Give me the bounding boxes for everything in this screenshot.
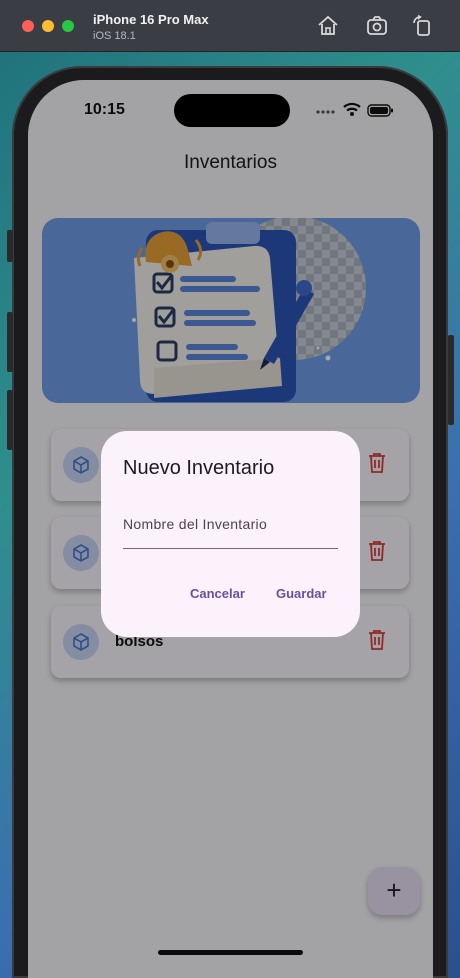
dynamic-island: [174, 94, 290, 127]
minimize-window-button[interactable]: [42, 20, 54, 32]
cancel-button[interactable]: Cancelar: [190, 586, 245, 601]
dialog-title: Nuevo Inventario: [123, 457, 275, 479]
simulator-title-bar: iPhone 16 Pro Max iOS 18.1: [0, 0, 460, 52]
power-button: [448, 335, 454, 425]
new-inventory-dialog: Nuevo Inventario Nombre del Inventario C…: [101, 431, 360, 637]
device-name: iPhone 16 Pro Max: [93, 12, 209, 27]
app-screen: 10:15 Inventarios bolsos + Nuevo Inventa…: [28, 80, 433, 978]
field-underline: [123, 548, 338, 549]
rotate-icon[interactable]: [410, 14, 434, 38]
close-window-button[interactable]: [22, 20, 34, 32]
volume-down-button: [7, 390, 13, 450]
action-button: [7, 230, 13, 262]
volume-up-button: [7, 312, 13, 372]
save-button[interactable]: Guardar: [276, 586, 327, 601]
screenshot-icon[interactable]: [365, 14, 389, 38]
home-icon[interactable]: [316, 14, 340, 38]
zoom-window-button[interactable]: [62, 20, 74, 32]
os-version: iOS 18.1: [93, 30, 136, 42]
inventory-name-field[interactable]: Nombre del Inventario: [123, 516, 267, 532]
